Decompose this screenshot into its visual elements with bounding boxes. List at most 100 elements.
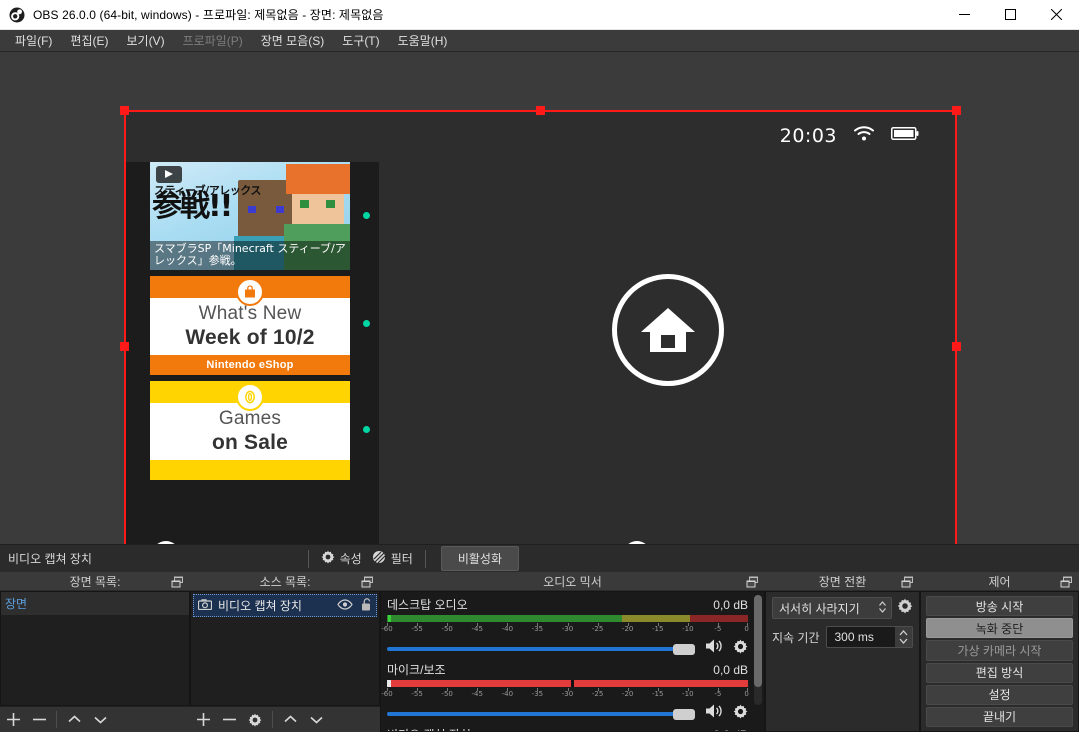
transition-select[interactable]: 서서히 사라지기 xyxy=(772,597,892,619)
unlock-icon[interactable] xyxy=(361,597,372,614)
duration-stepper[interactable]: 300 ms xyxy=(825,626,913,648)
move-up-icon[interactable] xyxy=(61,707,87,732)
speaker-icon[interactable] xyxy=(704,703,724,724)
channel-db: 0,0 dB xyxy=(713,728,748,731)
transitions-body: 서서히 사라지기 지속 기간 300 ms xyxy=(765,591,920,732)
stop-recording-button[interactable]: 녹화 중단 xyxy=(926,618,1073,639)
speaker-icon[interactable] xyxy=(704,638,724,659)
exit-button[interactable]: 끝내기 xyxy=(926,706,1073,728)
window-title: OBS 26.0.0 (64-bit, windows) - 프로파일: 제목없… xyxy=(33,8,384,22)
resize-handle-ml[interactable] xyxy=(120,342,129,351)
camera-icon xyxy=(197,598,213,613)
transition-settings-icon[interactable] xyxy=(897,598,913,619)
settings-button[interactable]: 설정 xyxy=(926,684,1073,705)
preview-canvas[interactable]: 20:03 スティーブ/アレックス 参戦!! スマブラSP「Minecraft … xyxy=(124,110,957,544)
steve-eyes xyxy=(248,206,286,213)
card-line-1: Games xyxy=(218,408,282,429)
list-item[interactable]: 비디오 캡쳐 장치 xyxy=(193,594,377,617)
a-button-icon: A xyxy=(623,541,652,544)
card-line-2: on Sale xyxy=(211,431,289,454)
move-down-icon[interactable] xyxy=(303,707,329,732)
title-bar: OBS 26.0.0 (64-bit, windows) - 프로파일: 제목없… xyxy=(0,0,1079,30)
controls-dock-title: 제어 xyxy=(920,572,1079,591)
footer-label-y: 게임 뉴스 xyxy=(190,540,278,544)
menu-scene-collection[interactable]: 장면 모음(S) xyxy=(252,30,334,51)
gear-icon[interactable] xyxy=(242,707,268,732)
channel-header: 마이크/보조 0,0 dB xyxy=(387,661,748,678)
card-line-2: Week of 10/2 xyxy=(185,326,315,349)
scenes-title-label: 장면 목록: xyxy=(69,574,121,589)
sources-dock-title: 소스 목록: xyxy=(190,572,380,591)
source-toolbar: 비디오 캡쳐 장치 속성 필터 비활성화 xyxy=(0,544,1079,572)
menu-bar: 파일(F) 편집(E) 보기(V) 프로파일(P) 장면 모음(S) 도구(T)… xyxy=(0,30,1079,52)
minimize-icon[interactable] xyxy=(941,0,987,30)
resize-handle-tc[interactable] xyxy=(536,106,545,115)
footer-button-a[interactable]: A 계속 xyxy=(379,527,957,544)
remove-icon[interactable] xyxy=(26,707,52,732)
add-icon[interactable] xyxy=(190,707,216,732)
properties-button[interactable]: 속성 xyxy=(316,548,367,569)
card-top-band xyxy=(150,276,350,306)
level-meter xyxy=(387,615,748,622)
page-dot xyxy=(363,320,370,327)
switch-body: スティーブ/アレックス 参戦!! スマブラSP「Minecraft スティーブ/… xyxy=(124,162,957,527)
maximize-icon[interactable] xyxy=(987,0,1033,30)
card-top-band xyxy=(150,381,350,411)
move-up-icon[interactable] xyxy=(277,707,303,732)
list-item[interactable]: 장면 xyxy=(1,592,189,615)
card-text-block: What's New Week of 10/2 xyxy=(150,298,350,355)
volume-slider[interactable] xyxy=(387,706,696,722)
news-card-minecraft[interactable]: スティーブ/アレックス 参戦!! スマブラSP「Minecraft スティーブ/… xyxy=(150,162,350,270)
channel-header: 데스크탑 오디오 0,0 dB xyxy=(387,596,748,613)
resize-handle-mr[interactable] xyxy=(952,342,961,351)
duration-label: 지속 기간 xyxy=(772,630,820,645)
sources-list[interactable]: 비디오 캡쳐 장치 xyxy=(190,591,380,706)
volume-slider[interactable] xyxy=(387,641,696,657)
menu-help[interactable]: 도움말(H) xyxy=(389,30,457,51)
channel-db: 0,0 dB xyxy=(713,663,748,677)
gear-icon[interactable] xyxy=(733,639,748,659)
close-icon[interactable] xyxy=(1033,0,1079,30)
news-caption: スマブラSP「Minecraft スティーブ/アレックス」参戦。 xyxy=(150,240,350,270)
level-meter xyxy=(387,680,748,687)
news-card-games-on-sale[interactable]: Games on Sale xyxy=(150,381,350,480)
eye-icon[interactable] xyxy=(337,598,353,613)
properties-label: 속성 xyxy=(339,552,362,566)
coin-icon xyxy=(236,383,264,411)
deactivate-button[interactable]: 비활성화 xyxy=(440,546,519,571)
menu-edit[interactable]: 편집(E) xyxy=(61,30,117,51)
menu-file[interactable]: 파일(F) xyxy=(6,30,61,51)
dock-row: 장면 목록: 장면 소스 목록: 비디오 캡쳐 장치 오디오 믹서 데스크탑 오… xyxy=(0,572,1079,732)
preview-area[interactable]: 20:03 スティーブ/アレックス 参戦!! スマブラSP「Minecraft … xyxy=(0,52,1079,544)
news-card-whats-new[interactable]: What's New Week of 10/2 Nintendo eShop xyxy=(150,276,350,375)
scenes-dock: 장면 목록: 장면 xyxy=(0,572,190,732)
transitions-dock-title: 장면 전환 xyxy=(765,572,920,591)
mixer-channels[interactable]: 데스크탑 오디오 0,0 dB -60 -55 -50 -45 -40 -35 xyxy=(380,591,765,732)
mixer-scrollbar[interactable] xyxy=(754,595,762,705)
menu-tools[interactable]: 도구(T) xyxy=(333,30,388,51)
start-streaming-button[interactable]: 방송 시작 xyxy=(926,596,1073,617)
move-down-icon[interactable] xyxy=(87,707,113,732)
footer-button-y[interactable]: Y 게임 뉴스 xyxy=(124,527,379,544)
remove-icon[interactable] xyxy=(216,707,242,732)
sources-title-label: 소스 목록: xyxy=(259,574,311,589)
start-virtual-camera-button[interactable]: 가상 카메라 시작 xyxy=(926,640,1073,661)
controls-dock: 제어 방송 시작 녹화 중단 가상 카메라 시작 편집 방식 설정 끝내기 xyxy=(920,572,1079,732)
filters-button[interactable]: 필터 xyxy=(367,548,418,569)
gear-icon[interactable] xyxy=(733,704,748,724)
channel-name: 마이크/보조 xyxy=(387,663,446,677)
transition-value: 서서히 사라지기 xyxy=(779,601,860,616)
resize-handle-tl[interactable] xyxy=(120,106,129,115)
channel-db: 0,0 dB xyxy=(713,598,748,612)
scene-transitions-dock: 장면 전환 서서히 사라지기 지속 기간 300 ms xyxy=(765,572,920,732)
card-footer-band xyxy=(150,460,350,480)
resize-handle-tr[interactable] xyxy=(952,106,961,115)
card-text-block: Games on Sale xyxy=(150,403,350,460)
home-icon[interactable] xyxy=(612,273,724,386)
sources-dock-footer xyxy=(190,706,380,732)
studio-mode-button[interactable]: 편집 방식 xyxy=(926,662,1073,683)
stepper-arrows-icon[interactable] xyxy=(895,627,912,647)
menu-view[interactable]: 보기(V) xyxy=(117,30,173,51)
add-icon[interactable] xyxy=(0,707,26,732)
scenes-list[interactable]: 장면 xyxy=(0,591,190,706)
